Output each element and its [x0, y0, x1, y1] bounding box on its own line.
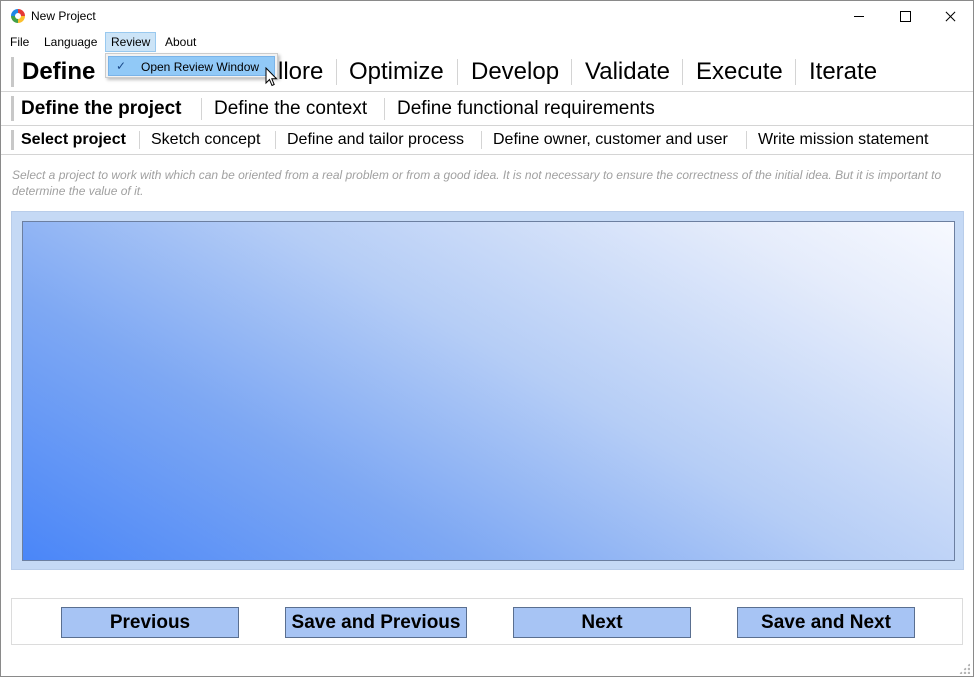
checkmark-icon: ✓ — [116, 59, 127, 73]
tab-explore[interactable]: llore — [278, 53, 323, 91]
window-title: New Project — [31, 9, 96, 23]
tab-row-edge — [11, 96, 14, 121]
tab-define-and-tailor-process[interactable]: Define and tailor process — [287, 126, 464, 154]
tab-row-edge — [11, 130, 14, 150]
canvas-panel — [11, 211, 964, 570]
tab-sketch-concept[interactable]: Sketch concept — [151, 126, 260, 154]
tab-iterate[interactable]: Iterate — [809, 53, 877, 91]
maximize-button[interactable] — [881, 1, 927, 32]
tab-separator — [795, 59, 796, 85]
task-tab-row: Select project Sketch concept Define and… — [1, 126, 973, 155]
tab-define-functional-requirements[interactable]: Define functional requirements — [397, 92, 655, 125]
app-logo-icon — [11, 9, 25, 23]
save-and-next-button[interactable]: Save and Next — [737, 607, 915, 638]
review-dropdown-menu: ✓ Open Review Window — [105, 53, 278, 78]
tab-separator — [384, 98, 385, 120]
tab-separator — [336, 59, 337, 85]
tab-define-owner-customer-user[interactable]: Define owner, customer and user — [493, 126, 728, 154]
app-window: New Project File Language Review About D… — [0, 0, 974, 677]
close-button[interactable] — [927, 1, 973, 32]
tab-write-mission-statement[interactable]: Write mission statement — [758, 126, 928, 154]
resize-grip-icon[interactable] — [959, 663, 970, 674]
tab-separator — [201, 98, 202, 120]
menu-bar: File Language Review About — [1, 32, 973, 53]
previous-button[interactable]: Previous — [61, 607, 239, 638]
tab-develop[interactable]: Develop — [471, 53, 559, 91]
navigation-button-panel: Previous Save and Previous Next Save and… — [11, 598, 963, 645]
menu-about[interactable]: About — [160, 32, 201, 52]
tab-define[interactable]: Define — [22, 53, 95, 91]
open-review-window-label: Open Review Window — [141, 60, 260, 74]
tab-separator — [746, 131, 747, 149]
tab-separator — [481, 131, 482, 149]
menu-review[interactable]: Review — [105, 32, 157, 52]
task-description: Select a project to work with which can … — [12, 168, 942, 198]
next-button[interactable]: Next — [513, 607, 691, 638]
tab-row-edge — [11, 57, 14, 87]
menu-file[interactable]: File — [5, 32, 34, 52]
tab-separator — [682, 59, 683, 85]
step-tab-row: Define the project Define the context De… — [1, 92, 973, 126]
tab-separator — [571, 59, 572, 85]
menu-language[interactable]: Language — [39, 32, 102, 52]
tab-define-the-project[interactable]: Define the project — [21, 92, 181, 125]
work-canvas[interactable] — [22, 221, 955, 561]
tab-separator — [457, 59, 458, 85]
minimize-button[interactable] — [835, 1, 881, 32]
tab-validate[interactable]: Validate — [585, 53, 670, 91]
title-bar: New Project — [1, 1, 973, 32]
tab-define-the-context[interactable]: Define the context — [214, 92, 367, 125]
tab-select-project[interactable]: Select project — [21, 126, 126, 154]
mouse-pointer-icon — [265, 67, 278, 87]
tab-separator — [139, 131, 140, 149]
tab-execute[interactable]: Execute — [696, 53, 783, 91]
save-and-previous-button[interactable]: Save and Previous — [285, 607, 467, 638]
tab-separator — [275, 131, 276, 149]
open-review-window-item[interactable]: ✓ Open Review Window — [108, 56, 275, 76]
tab-optimize[interactable]: Optimize — [349, 53, 444, 91]
